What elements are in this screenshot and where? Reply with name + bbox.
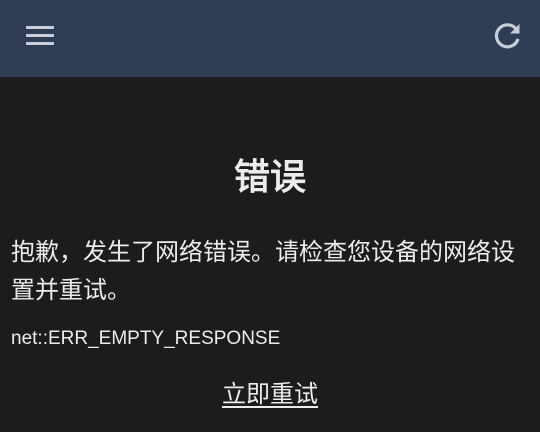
error-code: net::ERR_EMPTY_RESPONSE xyxy=(11,328,281,349)
refresh-icon xyxy=(484,14,530,60)
app-bar xyxy=(0,0,540,77)
error-message: 抱歉，发生了网络错误。请检查您设备的网络设置并重试。 xyxy=(11,238,515,304)
error-title: 错误 xyxy=(233,157,306,198)
retry-link-container: 立即重试 xyxy=(0,377,540,411)
refresh-button[interactable] xyxy=(484,14,530,60)
error-page-content: 错误 抱歉，发生了网络错误。请检查您设备的网络设置并重试。 net::ERR_E… xyxy=(0,77,540,432)
menu-button[interactable] xyxy=(16,18,64,58)
retry-now-link[interactable]: 立即重试 xyxy=(222,380,318,408)
hamburger-menu-icon xyxy=(16,18,64,58)
